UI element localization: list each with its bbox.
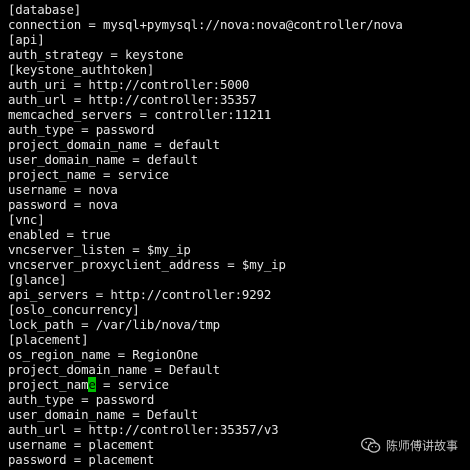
config-line: memcached_servers = controller:11211 <box>8 107 272 122</box>
config-line: connection = mysql+pymysql://nova:nova@c… <box>8 17 403 32</box>
config-line: vncserver_proxyclient_address = $my_ip <box>8 257 286 272</box>
config-line: [api] <box>8 32 45 47</box>
config-line: [placement] <box>8 332 89 347</box>
line-text-after-cursor: = service <box>95 377 169 392</box>
config-line: lock_path = /var/lib/nova/tmp <box>8 317 220 332</box>
config-line: username = nova <box>8 182 118 197</box>
line-text-before-cursor: project_nam <box>8 377 89 392</box>
config-line: auth_strategy = keystone <box>8 47 184 62</box>
config-line: auth_uri = http://controller:5000 <box>8 77 250 92</box>
config-line: vncserver_listen = $my_ip <box>8 242 191 257</box>
config-line: [keystone_authtoken] <box>8 62 155 77</box>
watermark: 陈师傅讲故事 <box>361 437 458 454</box>
config-line: user_domain_name = Default <box>8 407 199 422</box>
config-line: [vnc] <box>8 212 45 227</box>
wechat-icon <box>361 437 381 454</box>
config-line: api_servers = http://controller:9292 <box>8 287 272 302</box>
config-text: [database] connection = mysql+pymysql://n… <box>8 2 470 467</box>
text-cursor[interactable]: e <box>88 377 96 392</box>
config-line: project_name = service <box>8 167 169 182</box>
watermark-text: 陈师傅讲故事 <box>385 439 458 453</box>
config-line: auth_url = http://controller:35357 <box>8 92 257 107</box>
config-line: [glance] <box>8 272 67 287</box>
config-line: project_name = service <box>8 377 470 392</box>
config-line: enabled = true <box>8 227 111 242</box>
config-line: os_region_name = RegionOne <box>8 347 199 362</box>
config-line: [oslo_concurrency] <box>8 302 140 317</box>
config-line: auth_type = password <box>8 392 155 407</box>
config-line: project_domain_name = default <box>8 137 220 152</box>
config-line: password = nova <box>8 197 118 212</box>
config-line: password = placement <box>8 452 155 467</box>
config-line: auth_url = http://controller:35357/v3 <box>8 422 279 437</box>
config-line: user_domain_name = default <box>8 152 199 167</box>
config-line: project_domain_name = Default <box>8 362 220 377</box>
config-line: [database] <box>8 2 82 17</box>
config-line: auth_type = password <box>8 122 155 137</box>
terminal-window[interactable]: [database] connection = mysql+pymysql://n… <box>0 0 470 470</box>
